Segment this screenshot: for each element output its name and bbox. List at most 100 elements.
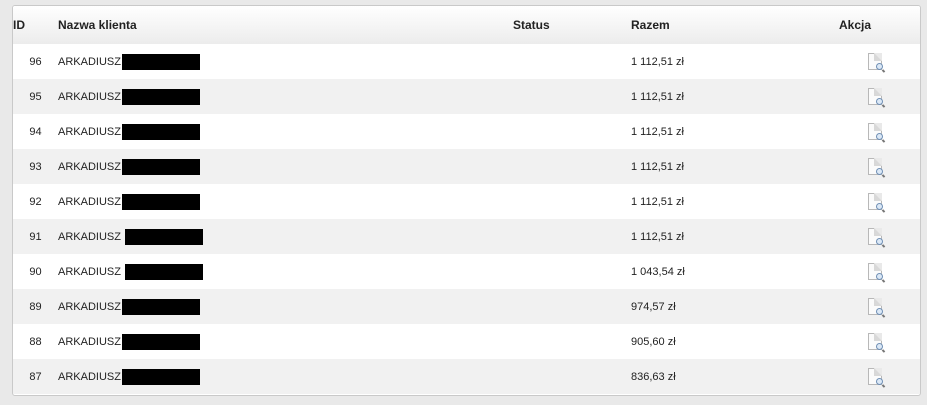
header-row: ID Nazwa klienta Status Razem Akcja <box>13 6 920 44</box>
redaction-bar <box>124 228 203 245</box>
table-row[interactable]: 93 ARKADIUSZ 1 112,51 zł <box>13 149 920 184</box>
view-document-icon[interactable] <box>867 158 885 178</box>
client-name-text: ARKADIUSZ <box>58 160 121 173</box>
row-action <box>839 184 920 219</box>
view-document-icon[interactable] <box>867 263 885 283</box>
table-row[interactable]: 96 ARKADIUSZ 1 112,51 zł <box>13 44 920 79</box>
table-body: 96 ARKADIUSZ 1 112,51 zł 95 ARKADIUSZ 1 … <box>13 44 920 394</box>
row-client-name: ARKADIUSZ <box>58 324 513 359</box>
row-action <box>839 359 920 394</box>
row-id: 92 <box>29 195 42 208</box>
row-total: 836,63 zł <box>631 370 676 383</box>
row-client-name: ARKADIUSZ <box>58 184 513 219</box>
row-total: 974,57 zł <box>631 300 676 313</box>
row-client-name: ARKADIUSZ <box>58 149 513 184</box>
row-client-name: ARKADIUSZ <box>58 219 513 254</box>
client-name-text: ARKADIUSZ <box>58 90 121 103</box>
table-row[interactable]: 95 ARKADIUSZ 1 112,51 zł <box>13 79 920 114</box>
header-total[interactable]: Razem <box>631 6 839 44</box>
row-total: 1 112,51 zł <box>631 55 685 68</box>
row-status <box>513 79 631 114</box>
row-status <box>513 184 631 219</box>
row-id: 90 <box>29 265 42 278</box>
client-name-text: ARKADIUSZ <box>58 55 121 68</box>
row-status <box>513 289 631 324</box>
row-total: 905,60 zł <box>631 335 676 348</box>
row-status <box>513 44 631 79</box>
table-row[interactable]: 87 ARKADIUSZ 836,63 zł <box>13 359 920 394</box>
row-client-name: ARKADIUSZ <box>58 359 513 394</box>
client-name-text: ARKADIUSZ <box>58 335 121 348</box>
header-id[interactable]: ID <box>13 6 58 44</box>
row-action <box>839 44 920 79</box>
orders-panel: ID Nazwa klienta Status Razem Akcja 96 A… <box>12 5 921 396</box>
row-action <box>839 79 920 114</box>
header-status[interactable]: Status <box>513 6 631 44</box>
client-name-text: ARKADIUSZ <box>58 265 121 278</box>
row-client-name: ARKADIUSZ <box>58 254 513 289</box>
table-row[interactable]: 92 ARKADIUSZ 1 112,51 zł <box>13 184 920 219</box>
row-total: 1 112,51 zł <box>631 195 685 208</box>
row-id: 93 <box>29 160 42 173</box>
row-total: 1 043,54 zł <box>631 265 685 278</box>
row-status <box>513 254 631 289</box>
row-total: 1 112,51 zł <box>631 160 685 173</box>
view-document-icon[interactable] <box>867 333 885 353</box>
redaction-bar <box>124 263 203 280</box>
redaction-bar <box>121 333 200 350</box>
table-row[interactable]: 88 ARKADIUSZ 905,60 zł <box>13 324 920 359</box>
row-id: 91 <box>29 230 42 243</box>
row-id: 94 <box>29 125 42 138</box>
view-document-icon[interactable] <box>867 368 885 388</box>
row-action <box>839 289 920 324</box>
row-id: 88 <box>29 335 42 348</box>
row-action <box>839 324 920 359</box>
row-status <box>513 359 631 394</box>
view-document-icon[interactable] <box>867 123 885 143</box>
row-client-name: ARKADIUSZ <box>58 44 513 79</box>
row-action <box>839 219 920 254</box>
redaction-bar <box>121 88 200 105</box>
view-document-icon[interactable] <box>867 53 885 73</box>
redaction-bar <box>121 123 200 140</box>
orders-table: ID Nazwa klienta Status Razem Akcja 96 A… <box>13 6 920 394</box>
row-total: 1 112,51 zł <box>631 125 685 138</box>
table-header: ID Nazwa klienta Status Razem Akcja <box>13 6 920 44</box>
row-id: 96 <box>29 55 42 68</box>
row-action <box>839 149 920 184</box>
view-document-icon[interactable] <box>867 88 885 108</box>
client-name-text: ARKADIUSZ <box>58 230 121 243</box>
table-row[interactable]: 89 ARKADIUSZ 974,57 zł <box>13 289 920 324</box>
row-total: 1 112,51 zł <box>631 90 685 103</box>
row-client-name: ARKADIUSZ <box>58 289 513 324</box>
redaction-bar <box>121 193 200 210</box>
row-client-name: ARKADIUSZ <box>58 114 513 149</box>
redaction-bar <box>121 368 200 385</box>
client-name-text: ARKADIUSZ <box>58 195 121 208</box>
row-status <box>513 324 631 359</box>
view-document-icon[interactable] <box>867 193 885 213</box>
redaction-bar <box>121 158 200 175</box>
row-id: 87 <box>29 370 42 383</box>
row-status <box>513 219 631 254</box>
row-action <box>839 114 920 149</box>
client-name-text: ARKADIUSZ <box>58 370 121 383</box>
table-row[interactable]: 91 ARKADIUSZ 1 112,51 zł <box>13 219 920 254</box>
row-id: 89 <box>29 300 42 313</box>
header-client-name[interactable]: Nazwa klienta <box>58 6 513 44</box>
client-name-text: ARKADIUSZ <box>58 300 121 313</box>
row-id: 95 <box>29 90 42 103</box>
row-client-name: ARKADIUSZ <box>58 79 513 114</box>
header-action: Akcja <box>839 18 872 32</box>
view-document-icon[interactable] <box>867 298 885 318</box>
redaction-bar <box>121 298 200 315</box>
row-status <box>513 114 631 149</box>
row-total: 1 112,51 zł <box>631 230 685 243</box>
row-action <box>839 254 920 289</box>
redaction-bar <box>121 53 200 70</box>
table-row[interactable]: 94 ARKADIUSZ 1 112,51 zł <box>13 114 920 149</box>
client-name-text: ARKADIUSZ <box>58 125 121 138</box>
table-row[interactable]: 90 ARKADIUSZ 1 043,54 zł <box>13 254 920 289</box>
row-status <box>513 149 631 184</box>
view-document-icon[interactable] <box>867 228 885 248</box>
